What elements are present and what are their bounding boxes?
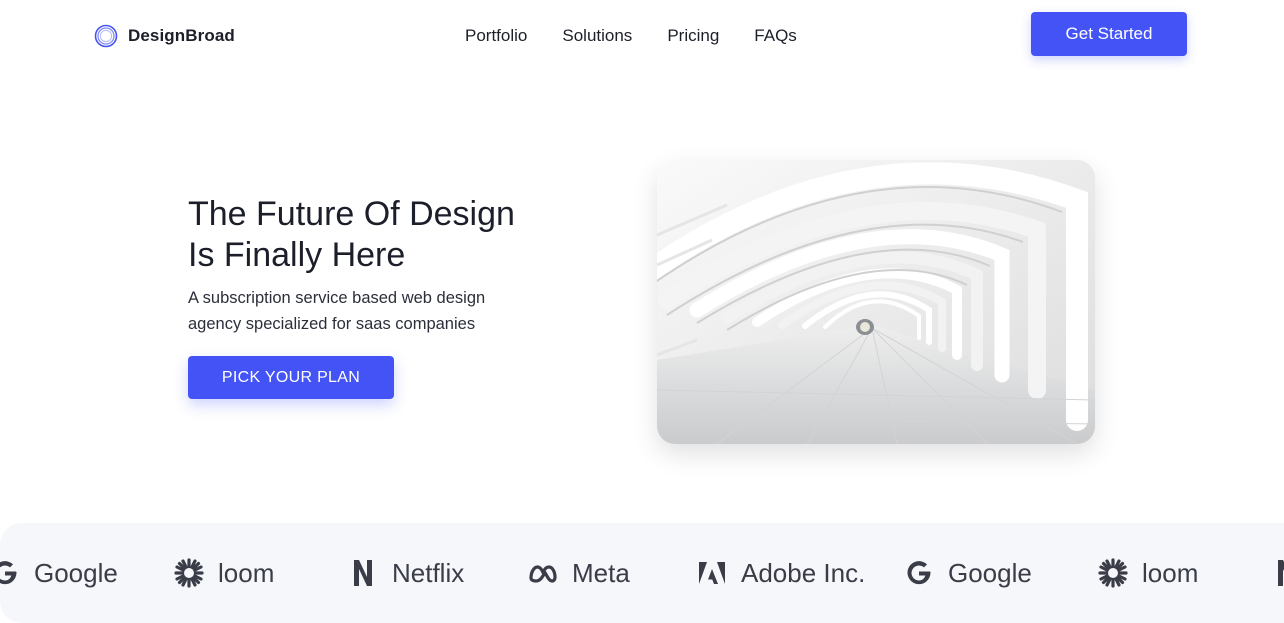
logo-label: Google	[948, 557, 1032, 588]
logo-adobe: Adobe Inc.	[697, 523, 865, 623]
logo-label: Netflix	[392, 557, 465, 588]
client-logo-strip: Google loom Netflix Meta Adobe Inc. Goog…	[0, 523, 1284, 623]
netflix-icon	[348, 558, 378, 588]
hero-title: The Future Of Design Is Finally Here	[188, 194, 588, 276]
google-icon	[904, 558, 934, 588]
logo-label: Adobe Inc.	[741, 557, 866, 588]
hero-image	[657, 160, 1095, 444]
logo-loom: loom	[1098, 523, 1198, 623]
get-started-button[interactable]: Get Started	[1031, 12, 1187, 56]
logo-netflix-partial	[1272, 523, 1284, 623]
hero-title-line-2: Is Finally Here	[188, 236, 406, 274]
nav-link-solutions[interactable]: Solutions	[562, 26, 632, 46]
loom-icon	[1098, 558, 1128, 588]
google-icon	[0, 558, 20, 588]
logo-label: Meta	[572, 557, 630, 588]
nav-link-faqs[interactable]: FAQs	[754, 26, 797, 46]
nav-link-portfolio[interactable]: Portfolio	[465, 26, 527, 46]
adobe-icon	[697, 558, 727, 588]
brand-logo-icon	[94, 24, 118, 48]
loom-icon	[174, 558, 204, 588]
logo-meta: Meta	[528, 523, 630, 623]
hero-subtitle-line-1: A subscription service based web design	[188, 289, 486, 307]
logo-loom: loom	[174, 523, 274, 623]
logo-google: Google	[0, 523, 118, 623]
hero-subtitle: A subscription service based web design …	[188, 285, 568, 337]
nav-links: Portfolio Solutions Pricing FAQs	[465, 26, 797, 46]
logo-label: loom	[218, 557, 275, 588]
logo-label: loom	[1142, 557, 1199, 588]
pick-your-plan-button[interactable]: PICK YOUR PLAN	[188, 356, 394, 399]
logo-netflix: Netflix	[348, 523, 464, 623]
nav-link-pricing[interactable]: Pricing	[667, 26, 719, 46]
logo-label: Google	[34, 557, 118, 588]
top-navbar: DesignBroad Portfolio Solutions Pricing …	[0, 0, 1284, 72]
hero-subtitle-line-2: agency specialized for saas companies	[188, 315, 476, 333]
meta-icon	[528, 558, 558, 588]
hero-title-line-1: The Future Of Design	[188, 195, 515, 233]
brand-name: DesignBroad	[128, 26, 235, 45]
brand[interactable]: DesignBroad	[94, 24, 235, 48]
architecture-photo	[657, 160, 1095, 444]
netflix-icon	[1272, 558, 1284, 588]
logo-google: Google	[904, 523, 1032, 623]
